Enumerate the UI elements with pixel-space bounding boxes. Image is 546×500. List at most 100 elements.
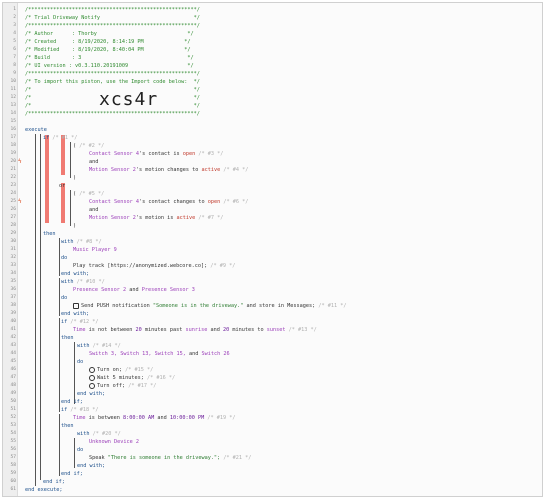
line-number: 32 <box>10 255 16 260</box>
line-number: 43 <box>10 343 16 348</box>
task-row[interactable]: Play track [https://anonymized.webcore.c… <box>73 262 235 270</box>
with-statement[interactable]: with /* #14 */ <box>77 342 121 350</box>
line-number: 35 <box>10 279 16 284</box>
device-row[interactable]: Presence Sensor 2 and Presence Sensor 3 <box>73 286 195 294</box>
with-bracket <box>74 438 75 468</box>
with-statement[interactable]: with /* #8 */ <box>61 238 102 246</box>
line-number: 7 <box>13 55 16 60</box>
condition-row[interactable]: Motion Sensor 2's motion changes to acti… <box>89 166 248 174</box>
condition-row[interactable]: Motion Sensor 2's motion is active /* #7… <box>89 214 223 222</box>
execute-keyword[interactable]: execute <box>25 126 47 134</box>
end-with: end with; <box>77 390 105 398</box>
condition-text: 's motion is <box>135 215 174 221</box>
line-number: 26 <box>10 207 16 212</box>
import-line: /* To import this piston, use the Import… <box>25 79 200 85</box>
line-number: 12 <box>10 95 16 100</box>
end-if: end if; <box>61 398 83 406</box>
line-number: 41 <box>10 327 16 332</box>
line-number: 47 <box>10 375 16 380</box>
line-number: 22 <box>10 175 16 180</box>
group-bracket <box>70 190 71 226</box>
device-name: Contact Sensor 4 <box>89 151 139 157</box>
condition-row[interactable]: Time is not between 20 minutes past sunr… <box>73 326 317 334</box>
power-icon <box>89 382 95 389</box>
condition-bar <box>45 135 49 223</box>
statement-id: /* #9 */ <box>210 263 236 269</box>
line-number: 8 <box>13 63 16 68</box>
device-row[interactable]: Music Player 9 <box>73 246 117 254</box>
comment-rule: /***************************************… <box>25 23 200 29</box>
statement-id: /* #14 */ <box>92 343 121 349</box>
paren: ) <box>73 223 77 229</box>
end-with-label: end with; <box>61 271 90 277</box>
task-row[interactable]: Wait 5 minutes; /* #16 */ <box>89 374 175 382</box>
device-row[interactable]: Unknown Device 2 <box>89 438 139 446</box>
with-statement[interactable]: with /* #20 */ <box>77 430 121 438</box>
if-bracket <box>40 134 41 480</box>
end-if-label: end if; <box>61 471 83 477</box>
time-operand: Time <box>73 415 86 421</box>
condition-row[interactable]: Contact Sensor 4's contact changes to op… <box>89 198 248 206</box>
execute-label: execute <box>25 127 47 133</box>
line-number: 16 <box>10 127 16 132</box>
task-string: "Someone is in the driveway." <box>152 303 244 309</box>
line-number: 36 <box>10 287 16 292</box>
and-label: and <box>129 287 139 293</box>
condition-text: minutes to <box>232 327 264 333</box>
task-row[interactable]: Send PUSH notification "Someone is in th… <box>73 302 347 310</box>
condition-value: active <box>201 167 221 173</box>
time-value: 8:00:00 AM <box>122 415 155 421</box>
end-with: end with; <box>61 310 89 318</box>
line-number: 20 <box>10 159 16 164</box>
line-number: 44 <box>10 351 16 356</box>
or-operator[interactable]: or <box>59 182 65 190</box>
task-text: Wait 5 minutes; <box>97 375 144 381</box>
line-number: 53 <box>10 423 16 428</box>
and-operator[interactable]: and <box>89 158 98 166</box>
task-string: "There is someone in the driveway."; <box>107 455 221 461</box>
device-row[interactable]: Switch 3, Switch 13, Switch 15, and Swit… <box>89 350 230 358</box>
and-label: and <box>89 207 99 213</box>
and-label: and <box>89 159 99 165</box>
condition-row[interactable]: Contact Sensor 4's contact is open /* #3… <box>89 150 223 158</box>
line-number: 9 <box>13 71 16 76</box>
group-bracket <box>70 142 71 178</box>
device-name: Switch 3, Switch 13, Switch 15, <box>89 351 186 357</box>
condition-row[interactable]: Time is between 8:00:00 AM and 10:00:00 … <box>73 414 235 422</box>
group-open[interactable]: ( /* #2 */ <box>73 142 104 150</box>
and-operator[interactable]: and <box>89 206 98 214</box>
line-number: 45 <box>10 359 16 364</box>
task-row[interactable]: Turn off; /* #17 */ <box>89 382 156 390</box>
task-text: Turn off; <box>97 383 126 389</box>
if-statement[interactable]: if /* #18 */ <box>61 406 98 414</box>
line-number: 21 <box>10 167 16 172</box>
task-row[interactable]: Speak "There is someone in the driveway.… <box>89 454 251 462</box>
do-label: do <box>61 255 68 261</box>
statement-id: /* #18 */ <box>70 407 99 413</box>
with-statement[interactable]: with /* #10 */ <box>61 278 105 286</box>
task-row[interactable]: Turn on; /* #15 */ <box>89 366 153 374</box>
line-number: 4 <box>13 31 16 36</box>
line-number: 34 <box>10 271 16 276</box>
if-bracket <box>59 318 60 412</box>
line-number: 58 <box>10 463 16 468</box>
and-label: and <box>188 351 199 357</box>
ui-version-line: /* UI version : v0.3.110.20191009 */ <box>25 63 194 69</box>
condition-text: is not between <box>88 327 133 333</box>
line-number: 46 <box>10 367 16 372</box>
line-number: 5 <box>13 39 16 44</box>
condition-value: open <box>182 151 196 157</box>
time-value: 10:00:00 PM <box>169 415 205 421</box>
line-number: 49 <box>10 391 16 396</box>
line-number: 13 <box>10 103 16 108</box>
import-code[interactable]: xcs4r <box>99 89 158 110</box>
device-name: Motion Sensor 2 <box>89 215 136 221</box>
statement-id: /* #8 */ <box>76 239 102 245</box>
with-bracket <box>59 278 60 316</box>
line-number: 28 <box>10 223 16 228</box>
line-number: 1 <box>13 7 16 12</box>
group-open[interactable]: ( /* #5 */ <box>73 190 104 198</box>
if-statement[interactable]: if /* #1 */ <box>43 134 77 142</box>
if-statement[interactable]: if /* #12 */ <box>61 318 98 326</box>
then-keyword: then <box>61 334 74 342</box>
